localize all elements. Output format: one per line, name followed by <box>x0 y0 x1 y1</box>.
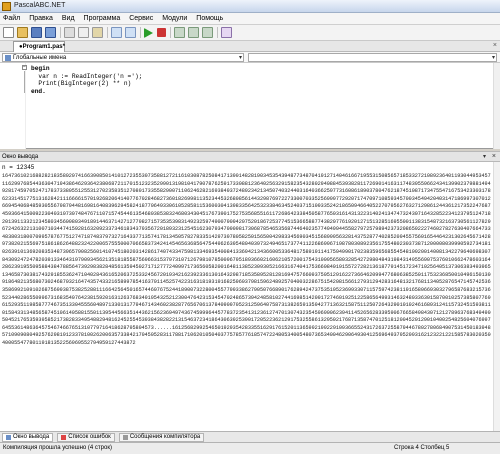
tab-output-label: Окно вывода <box>13 433 50 440</box>
editor-tab-bar: ●Program1.pas* × <box>0 41 500 52</box>
tab-program1[interactable]: ●Program1.pas* <box>13 41 65 52</box>
output-scrollbar[interactable] <box>493 162 500 431</box>
menu-program[interactable]: Программа <box>84 15 121 22</box>
menu-bar: Файл Правка Вид Программа Сервис Модули … <box>0 13 500 25</box>
run-icon[interactable] <box>144 27 153 38</box>
toolbar-separator <box>140 27 141 38</box>
code-line: end. <box>31 87 46 95</box>
tab-errors[interactable]: Список ошибок <box>57 432 115 442</box>
tab-output[interactable]: Окно вывода <box>2 432 54 442</box>
menu-file[interactable]: Файл <box>3 15 20 22</box>
toolbar-separator <box>217 27 218 38</box>
stop-icon[interactable] <box>157 28 166 37</box>
redo-icon[interactable] <box>125 27 136 38</box>
scope-select[interactable]: Глобальные имена ▾ <box>2 53 244 62</box>
save-icon[interactable] <box>31 27 42 38</box>
fold-guide <box>24 71 25 93</box>
copy-icon[interactable] <box>78 27 89 38</box>
output-result-digits: 1647361021688282183580207416639085014101… <box>2 173 491 331</box>
message-icon <box>122 434 128 440</box>
toolbar-separator <box>107 27 108 38</box>
editor-gutter <box>0 63 26 149</box>
toolbar <box>0 25 500 41</box>
menu-help[interactable]: Помощь <box>196 15 223 22</box>
code-line: Print(BigInteger(2) ** n) <box>31 80 132 87</box>
save-all-icon[interactable] <box>45 27 56 38</box>
undo-icon[interactable] <box>111 27 122 38</box>
chevron-down-icon: ▾ <box>491 55 495 61</box>
step-into-icon[interactable] <box>188 27 199 38</box>
code-text[interactable]: begin var n := ReadInteger('n ='); Print… <box>31 65 142 95</box>
cursor-position: Строка 4 Столбец 5 <box>394 445 450 451</box>
output-window[interactable]: n = 12345 164736102168828218358020741663… <box>0 162 493 431</box>
output-result: 1647361021688282183580207416639085014101… <box>2 173 492 348</box>
output-panel-title: Окно вывода <box>2 154 39 160</box>
window-title: PascalABC.NET <box>14 2 66 9</box>
tab-program1-label: ●Program1.pas* <box>19 44 65 50</box>
step-over-icon[interactable] <box>174 27 185 38</box>
open-folder-icon[interactable] <box>17 27 28 38</box>
tab-errors-label: Список ошибок <box>68 433 111 440</box>
code-line: begin <box>31 65 50 72</box>
menu-tools[interactable]: Сервис <box>129 15 153 22</box>
step-out-icon[interactable] <box>202 27 213 38</box>
chevron-down-icon: ▾ <box>238 55 242 61</box>
menu-edit[interactable]: Правка <box>29 15 53 22</box>
toolbar-separator <box>170 27 171 38</box>
menu-view[interactable]: Вид <box>62 15 75 22</box>
tab-compiler-messages[interactable]: Сообщения компилятора <box>118 432 205 442</box>
pin-icon[interactable]: ▾ <box>483 153 486 160</box>
close-icon[interactable]: × <box>492 153 496 160</box>
output-icon <box>6 434 11 440</box>
bottom-tab-bar: Окно вывода Список ошибок Сообщения комп… <box>0 431 500 442</box>
fold-toggle-icon[interactable]: − <box>22 65 27 70</box>
member-select[interactable]: ▾ <box>248 53 497 62</box>
code-line: var n := ReadInteger('n ='); <box>31 72 143 80</box>
scope-select-value: Глобальные имена <box>13 55 67 61</box>
code-editor[interactable]: − begin var n := ReadInteger('n ='); Pri… <box>0 63 500 149</box>
app-icon <box>2 2 11 11</box>
menu-modules[interactable]: Модули <box>162 15 187 22</box>
status-bar: Компиляция прошла успешно (4 строк) Стро… <box>0 442 500 454</box>
editor-scrollbar[interactable] <box>493 63 500 149</box>
namespace-icon <box>5 55 11 61</box>
error-icon <box>61 434 67 440</box>
format-icon[interactable] <box>221 27 232 38</box>
new-file-icon[interactable] <box>3 27 14 38</box>
navigation-bar: Глобальные имена ▾ ▾ <box>0 52 500 63</box>
paste-icon[interactable] <box>92 27 103 38</box>
toolbar-separator <box>60 27 61 38</box>
cut-icon[interactable] <box>64 27 75 38</box>
close-icon[interactable]: × <box>493 42 497 49</box>
tab-compiler-messages-label: Сообщения компилятора <box>129 433 201 440</box>
title-bar: PascalABC.NET <box>0 0 500 13</box>
output-panel-header: Окно вывода ▾ × <box>0 151 500 162</box>
status-message: Компиляция прошла успешно (4 строк) <box>3 445 112 451</box>
output-prompt: n = 12345 <box>2 164 35 171</box>
